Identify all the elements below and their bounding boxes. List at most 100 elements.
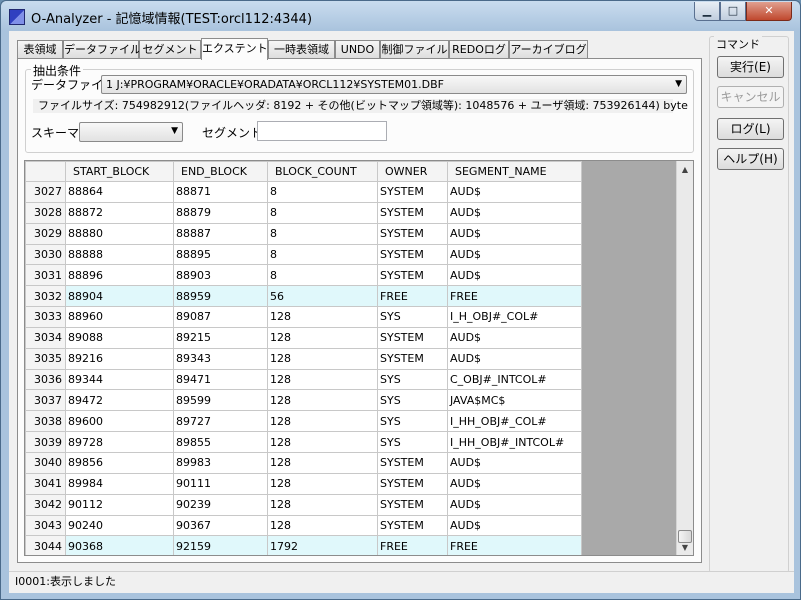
table-cell[interactable]: 89599 (173, 389, 268, 412)
schema-select[interactable]: ▼ (79, 122, 183, 142)
table-cell[interactable]: 128 (267, 431, 378, 453)
column-header[interactable]: SEGMENT_NAME (447, 161, 582, 182)
table-row[interactable]: 3040 89856 89983 128 SYSTEM AUD$ (25, 451, 582, 474)
table-cell[interactable]: 88864 (65, 181, 174, 203)
table-cell[interactable]: 128 (267, 410, 378, 433)
table-cell[interactable]: 88960 (65, 306, 174, 328)
table-cell[interactable]: 89600 (65, 410, 174, 433)
table-cell[interactable]: 8 (267, 243, 378, 266)
table-cell[interactable]: I_H_OBJ#_COL# (447, 306, 582, 328)
close-button[interactable]: ✕ (746, 2, 792, 21)
minimize-button[interactable]: ▁ (694, 2, 720, 21)
table-cell[interactable]: 88959 (173, 285, 268, 308)
row-header[interactable]: 3027 (25, 181, 66, 203)
table-cell[interactable]: 89215 (173, 326, 268, 349)
row-header[interactable]: 3029 (25, 222, 66, 245)
table-cell[interactable]: SYS (377, 368, 448, 391)
table-cell[interactable]: 89343 (173, 347, 268, 370)
table-cell[interactable]: C_OBJ#_INTCOL# (447, 368, 582, 391)
column-header[interactable]: OWNER (377, 161, 448, 182)
table-row[interactable]: 3044 90368 92159 1792 FREE FREE (25, 535, 582, 555)
table-row[interactable]: 3028 88872 88879 8 SYSTEM AUD$ (25, 201, 582, 224)
table-cell[interactable]: 88904 (65, 285, 174, 308)
table-cell[interactable]: AUD$ (447, 514, 582, 537)
table-cell[interactable]: 88903 (173, 264, 268, 287)
table-row[interactable]: 3027 88864 88871 8 SYSTEM AUD$ (25, 181, 582, 203)
maximize-button[interactable]: □ (720, 2, 746, 21)
table-cell[interactable]: AUD$ (447, 243, 582, 266)
table-row[interactable]: 3036 89344 89471 128 SYS C_OBJ#_INTCOL# (25, 368, 582, 391)
table-row[interactable]: 3035 89216 89343 128 SYSTEM AUD$ (25, 347, 582, 370)
table-cell[interactable]: AUD$ (447, 347, 582, 370)
table-cell[interactable]: FREE (377, 535, 448, 555)
table-cell[interactable]: 1792 (267, 535, 378, 555)
row-header[interactable]: 3044 (25, 535, 66, 555)
title-bar[interactable]: O-Analyzer - 記憶域情報(TEST:orcl112:4344) ▁ … (1, 1, 800, 31)
table-cell[interactable]: 92159 (173, 535, 268, 555)
datafile-select[interactable]: 1 J:¥PROGRAM¥ORACLE¥ORADATA¥ORCL112¥SYST… (101, 75, 687, 94)
table-cell[interactable]: AUD$ (447, 326, 582, 349)
table-cell[interactable]: AUD$ (447, 451, 582, 474)
table-row[interactable]: 3042 90112 90239 128 SYSTEM AUD$ (25, 493, 582, 516)
table-cell[interactable]: 128 (267, 514, 378, 537)
table-cell[interactable]: SYS (377, 431, 448, 453)
table-cell[interactable]: SYS (377, 389, 448, 412)
table-cell[interactable]: FREE (447, 285, 582, 308)
table-cell[interactable]: 128 (267, 306, 378, 328)
table-cell[interactable]: FREE (377, 285, 448, 308)
table-cell[interactable]: 89983 (173, 451, 268, 474)
table-cell[interactable]: JAVA$MC$ (447, 389, 582, 412)
table-cell[interactable]: 88880 (65, 222, 174, 245)
row-header[interactable]: 3033 (25, 306, 66, 328)
table-cell[interactable]: 128 (267, 347, 378, 370)
table-cell[interactable]: 8 (267, 181, 378, 203)
tab-segment[interactable]: セグメント (139, 40, 201, 59)
table-cell[interactable]: 128 (267, 389, 378, 412)
table-cell[interactable]: 89472 (65, 389, 174, 412)
table-cell[interactable]: SYSTEM (377, 181, 448, 203)
table-cell[interactable]: SYSTEM (377, 493, 448, 516)
row-header[interactable]: 3032 (25, 285, 66, 308)
table-row[interactable]: 3037 89472 89599 128 SYS JAVA$MC$ (25, 389, 582, 412)
tab-redo-log[interactable]: REDOログ (449, 40, 509, 59)
table-cell[interactable]: 89088 (65, 326, 174, 349)
table-cell[interactable]: AUD$ (447, 264, 582, 287)
row-header[interactable]: 3028 (25, 201, 66, 224)
row-header[interactable]: 3042 (25, 493, 66, 516)
table-cell[interactable]: SYSTEM (377, 347, 448, 370)
row-header[interactable]: 3037 (25, 389, 66, 412)
row-header[interactable]: 3034 (25, 326, 66, 349)
row-header[interactable]: 3031 (25, 264, 66, 287)
row-header[interactable]: 3035 (25, 347, 66, 370)
table-cell[interactable]: 90111 (173, 472, 268, 495)
column-header[interactable]: BLOCK_COUNT (267, 161, 378, 182)
table-row[interactable]: 3033 88960 89087 128 SYS I_H_OBJ#_COL# (25, 306, 582, 328)
table-cell[interactable]: 89856 (65, 451, 174, 474)
row-header[interactable]: 3041 (25, 472, 66, 495)
table-cell[interactable]: 88887 (173, 222, 268, 245)
log-button[interactable]: ログ(L) (717, 118, 784, 140)
table-row[interactable]: 3030 88888 88895 8 SYSTEM AUD$ (25, 243, 582, 266)
table-cell[interactable]: 89216 (65, 347, 174, 370)
table-cell[interactable]: 89984 (65, 472, 174, 495)
scroll-up-icon[interactable]: ▲ (677, 161, 693, 178)
column-header[interactable]: START_BLOCK (65, 161, 174, 182)
table-row[interactable]: 3034 89088 89215 128 SYSTEM AUD$ (25, 326, 582, 349)
table-cell[interactable]: I_HH_OBJ#_INTCOL# (447, 431, 582, 453)
column-header[interactable]: END_BLOCK (173, 161, 268, 182)
tab-undo[interactable]: UNDO (335, 40, 380, 59)
table-cell[interactable]: SYS (377, 410, 448, 433)
table-cell[interactable]: 88879 (173, 201, 268, 224)
table-cell[interactable]: 89344 (65, 368, 174, 391)
table-cell[interactable]: 8 (267, 264, 378, 287)
table-cell[interactable]: SYS (377, 306, 448, 328)
row-header[interactable]: 3030 (25, 243, 66, 266)
table-cell[interactable]: 128 (267, 493, 378, 516)
grid-corner[interactable] (25, 161, 66, 182)
table-cell[interactable]: 88871 (173, 181, 268, 203)
row-header[interactable]: 3038 (25, 410, 66, 433)
table-cell[interactable]: 89471 (173, 368, 268, 391)
tab-extent[interactable]: エクステント (201, 38, 268, 60)
row-header[interactable]: 3040 (25, 451, 66, 474)
table-row[interactable]: 3038 89600 89727 128 SYS I_HH_OBJ#_COL# (25, 410, 582, 433)
